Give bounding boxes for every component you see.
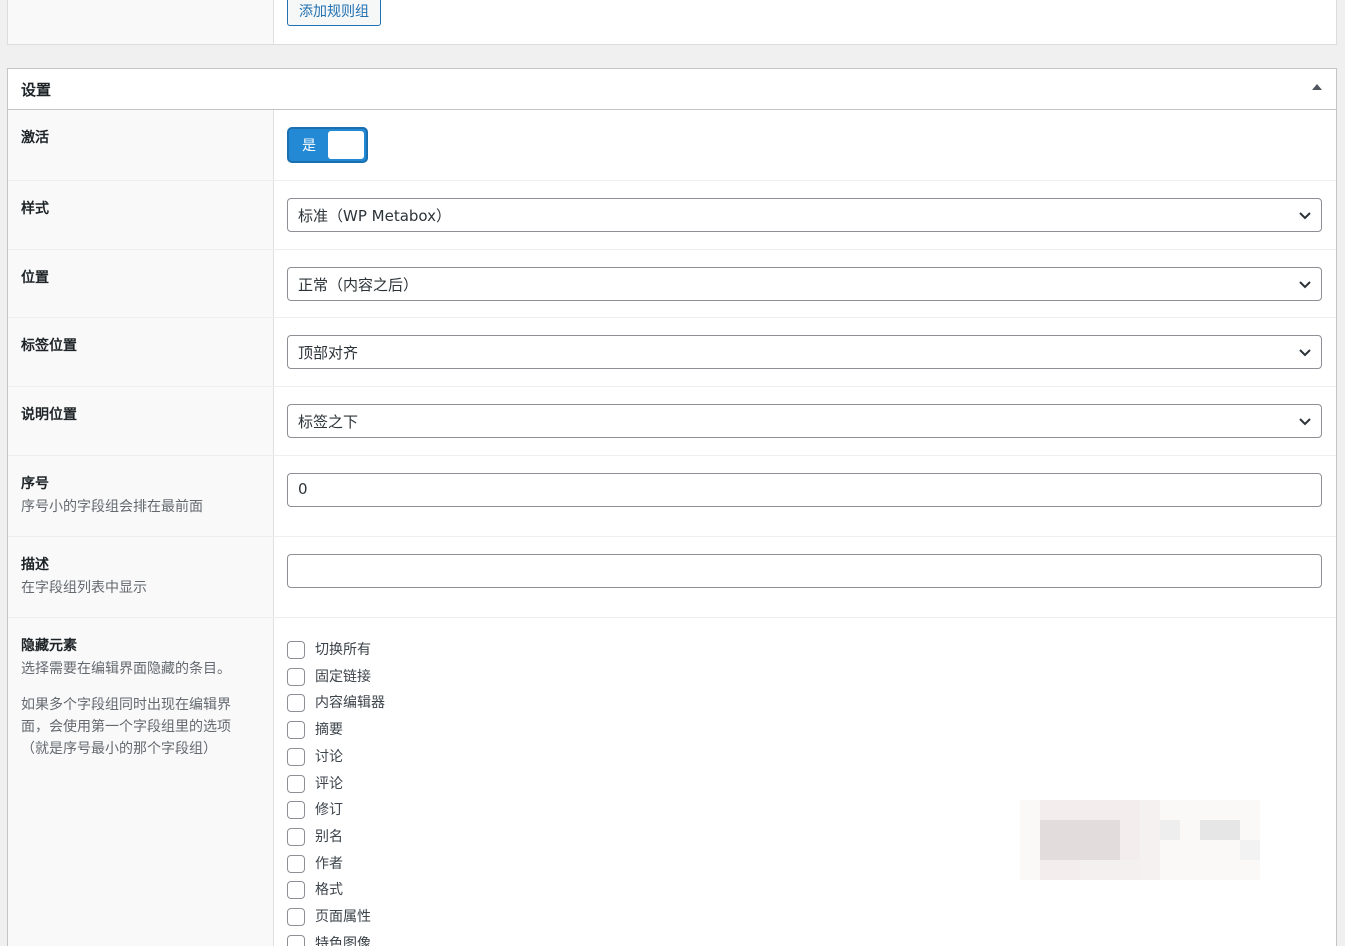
checkbox-label: 别名 (315, 829, 343, 845)
label-cell: 描述 在字段组列表中显示 (8, 537, 274, 617)
style-label: 样式 (21, 201, 49, 217)
row-hide-on-screen: 隐藏元素 选择需要在编辑界面隐藏的条目。 如果多个字段组同时出现在编辑界面，会使… (8, 618, 1336, 946)
toggle-text: 是 (302, 138, 316, 154)
row-active: 激活 是 (8, 110, 1336, 181)
checkbox[interactable] (287, 881, 305, 899)
label-placement-select[interactable]: 顶部对齐 (287, 335, 1322, 369)
position-select-value: 正常（内容之后） (298, 276, 419, 294)
row-order: 序号 序号小的字段组会排在最前面 0 (8, 456, 1336, 537)
checkbox[interactable] (287, 801, 305, 819)
settings-header[interactable]: 设置 (8, 69, 1336, 110)
input-cell: 正常（内容之后） (287, 250, 1322, 317)
collapse-arrow-icon[interactable] (1312, 84, 1322, 90)
chevron-down-icon (1299, 418, 1311, 426)
location-rules-label-column (8, 0, 274, 44)
row-label-placement: 标签位置 顶部对齐 (8, 318, 1336, 387)
watermark-mosaic (1020, 800, 1260, 880)
input-cell: 标签之下 (287, 387, 1322, 455)
order-input[interactable]: 0 (287, 473, 1322, 507)
checkbox-label: 切换所有 (315, 642, 371, 658)
checkbox-label: 作者 (315, 856, 343, 872)
input-cell: 顶部对齐 (287, 318, 1322, 386)
toggle-knob (328, 131, 364, 159)
input-cell: 标准（WP Metabox） (287, 181, 1322, 249)
order-help: 序号小的字段组会排在最前面 (21, 499, 203, 515)
style-select-value: 标准（WP Metabox） (298, 207, 452, 225)
active-toggle[interactable]: 是 (287, 127, 368, 163)
description-label: 描述 (21, 557, 49, 573)
checkbox-list: 切换所有 固定链接 内容编辑器 摘要 讨论 评论 修订 别名 作者 格式 页面属… (287, 618, 1322, 946)
row-instruction-placement: 说明位置 标签之下 (8, 387, 1336, 456)
checkbox-label: 摘要 (315, 722, 343, 738)
checkbox[interactable] (287, 935, 305, 946)
instruction-placement-select[interactable]: 标签之下 (287, 404, 1322, 438)
checkbox[interactable] (287, 641, 305, 659)
checkbox-label: 内容编辑器 (315, 695, 385, 711)
label-placement-label: 标签位置 (21, 338, 77, 354)
label-cell: 说明位置 (8, 387, 274, 455)
row-position: 位置 正常（内容之后） (8, 250, 1336, 318)
input-cell: 是 (287, 110, 1322, 180)
order-input-value: 0 (298, 480, 308, 498)
location-rules-box: 添加规则组 (7, 0, 1337, 45)
checkbox-label: 固定链接 (315, 669, 371, 685)
checkbox-label: 格式 (315, 882, 343, 898)
label-placement-select-value: 顶部对齐 (298, 344, 359, 362)
position-select[interactable]: 正常（内容之后） (287, 267, 1322, 301)
checkbox[interactable] (287, 855, 305, 873)
checkbox-label: 特色图像 (315, 936, 371, 946)
checkbox[interactable] (287, 748, 305, 766)
checkbox-label: 修订 (315, 802, 343, 818)
chevron-down-icon (1299, 212, 1311, 220)
checkbox[interactable] (287, 721, 305, 739)
row-style: 样式 标准（WP Metabox） (8, 181, 1336, 250)
checkbox-label: 讨论 (315, 749, 343, 765)
label-cell: 激活 (8, 110, 274, 180)
checkbox[interactable] (287, 908, 305, 926)
position-label: 位置 (21, 270, 49, 286)
label-cell: 样式 (8, 181, 274, 249)
description-input[interactable] (287, 554, 1322, 588)
hide-on-screen-help: 选择需要在编辑界面隐藏的条目。 (21, 661, 231, 677)
row-description: 描述 在字段组列表中显示 (8, 537, 1336, 618)
hide-on-screen-note: 如果多个字段组同时出现在编辑界面，会使用第一个字段组里的选项（就是序号最小的那个… (21, 697, 231, 757)
style-select[interactable]: 标准（WP Metabox） (287, 198, 1322, 232)
instruction-placement-select-value: 标签之下 (298, 413, 359, 431)
checkbox[interactable] (287, 828, 305, 846)
checkbox[interactable] (287, 694, 305, 712)
hide-on-screen-label: 隐藏元素 (21, 638, 77, 654)
label-cell: 隐藏元素 选择需要在编辑界面隐藏的条目。 如果多个字段组同时出现在编辑界面，会使… (8, 618, 274, 946)
checkbox-label: 评论 (315, 776, 343, 792)
label-cell: 位置 (8, 250, 274, 317)
order-label: 序号 (21, 476, 49, 492)
settings-title: 设置 (21, 81, 52, 99)
chevron-down-icon (1299, 349, 1311, 357)
active-label: 激活 (21, 130, 49, 146)
checkbox[interactable] (287, 775, 305, 793)
checkbox-label: 页面属性 (315, 909, 371, 925)
add-rule-group-button[interactable]: 添加规则组 (287, 0, 381, 26)
instruction-placement-label: 说明位置 (21, 407, 77, 423)
checkbox[interactable] (287, 668, 305, 686)
label-cell: 标签位置 (8, 318, 274, 386)
input-cell (287, 537, 1322, 617)
label-cell: 序号 序号小的字段组会排在最前面 (8, 456, 274, 536)
description-help: 在字段组列表中显示 (21, 580, 147, 596)
chevron-down-icon (1299, 281, 1311, 289)
input-cell: 0 (287, 456, 1322, 536)
